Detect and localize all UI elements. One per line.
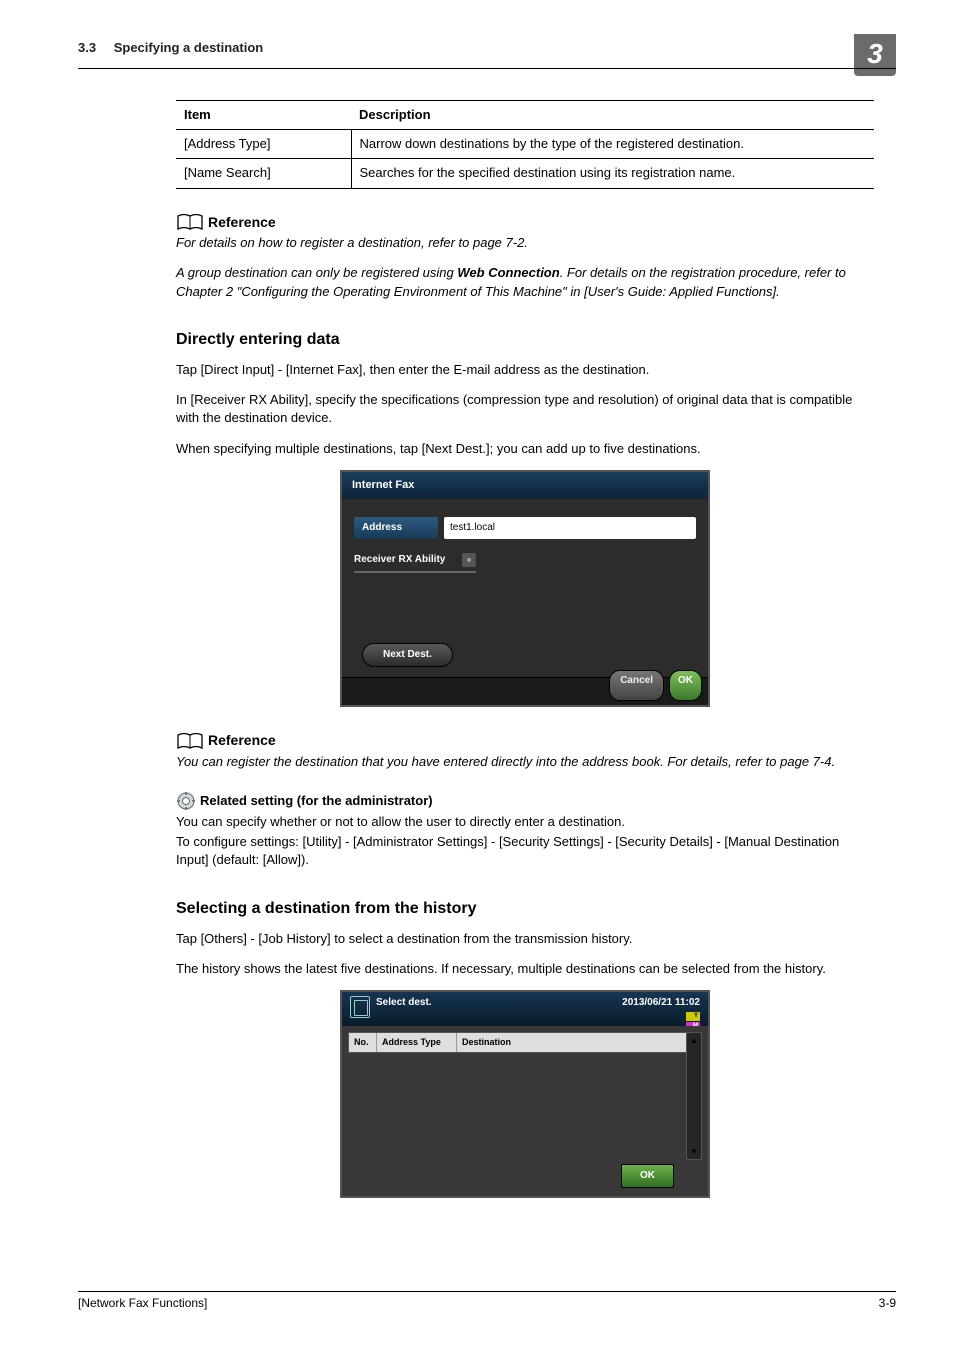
book-icon: [176, 213, 204, 231]
document-icon: [350, 996, 370, 1018]
body-text: Tap [Direct Input] - [Internet Fax], the…: [176, 361, 874, 379]
next-dest-button[interactable]: Next Dest.: [362, 643, 453, 667]
panel-title: Select dest.: [376, 996, 432, 1010]
timestamp: 2013/06/21 11:02: [622, 996, 700, 1010]
body-text: In [Receiver RX Ability], specify the sp…: [176, 391, 874, 427]
header-rule: [78, 68, 896, 69]
description-table: Item Description [Address Type] Narrow d…: [176, 100, 874, 189]
reference-title: Reference: [208, 213, 276, 233]
body-text: When specifying multiple destinations, t…: [176, 440, 874, 458]
cancel-button[interactable]: Cancel: [609, 670, 664, 701]
chevron-right-icon: »: [462, 553, 476, 567]
ok-button[interactable]: OK: [669, 670, 702, 701]
reference-p2: A group destination can only be register…: [176, 264, 874, 300]
history-table-header: No. Address Type Destination: [348, 1032, 702, 1053]
address-input[interactable]: test1.local: [444, 517, 696, 539]
section-heading: Selecting a destination from the history: [176, 898, 874, 920]
ok-button[interactable]: OK: [621, 1164, 674, 1188]
body-text: The history shows the latest five destin…: [176, 960, 874, 978]
cell-item: [Name Search]: [176, 159, 351, 188]
section-title: Specifying a destination: [114, 40, 264, 55]
body-text: You can specify whether or not to allow …: [176, 813, 874, 831]
chapter-tab: 3: [854, 34, 896, 76]
cell-desc: Narrow down destinations by the type of …: [351, 130, 874, 159]
th-desc: Description: [351, 101, 874, 130]
col-address-type: Address Type: [377, 1033, 457, 1052]
select-dest-panel: Select dest. 2013/06/21 11:02 Y M C K No…: [340, 990, 710, 1198]
panel-title: Internet Fax: [342, 472, 708, 499]
running-header: 3.3 Specifying a destination: [78, 34, 263, 55]
body-text: Tap [Others] - [Job History] to select a…: [176, 930, 874, 948]
reference-body: For details on how to register a destina…: [176, 234, 874, 301]
reference-body: You can register the destination that yo…: [176, 753, 874, 771]
table-row: [Address Type] Narrow down destinations …: [176, 130, 874, 159]
reference-p1: You can register the destination that yo…: [176, 753, 874, 771]
cell-item: [Address Type]: [176, 130, 351, 159]
book-icon: [176, 732, 204, 750]
reference-title: Reference: [208, 731, 276, 751]
table-row: [Name Search] Searches for the specified…: [176, 159, 874, 188]
address-label: Address: [354, 517, 438, 539]
footer-right: 3-9: [879, 1296, 896, 1310]
receiver-rx-ability-button[interactable]: Receiver RX Ability »: [354, 553, 476, 573]
related-setting-title: Related setting (for the administrator): [200, 792, 433, 810]
scrollbar[interactable]: [686, 1032, 702, 1160]
reference-p1: For details on how to register a destina…: [176, 234, 874, 252]
footer-left: [Network Fax Functions]: [78, 1296, 207, 1310]
reference-heading: Reference: [176, 731, 874, 751]
section-number: 3.3: [78, 40, 96, 55]
related-setting-heading: Related setting (for the administrator): [176, 791, 874, 811]
gear-icon: [176, 791, 196, 811]
cell-desc: Searches for the specified destination u…: [351, 159, 874, 188]
reference-heading: Reference: [176, 213, 874, 233]
col-destination: Destination: [457, 1033, 701, 1052]
body-text: To configure settings: [Utility] - [Admi…: [176, 833, 874, 869]
internet-fax-panel: Internet Fax Address test1.local Receive…: [340, 470, 710, 707]
section-heading: Directly entering data: [176, 329, 874, 351]
th-item: Item: [176, 101, 351, 130]
col-no: No.: [349, 1033, 377, 1052]
page-footer: [Network Fax Functions] 3-9: [78, 1291, 896, 1310]
